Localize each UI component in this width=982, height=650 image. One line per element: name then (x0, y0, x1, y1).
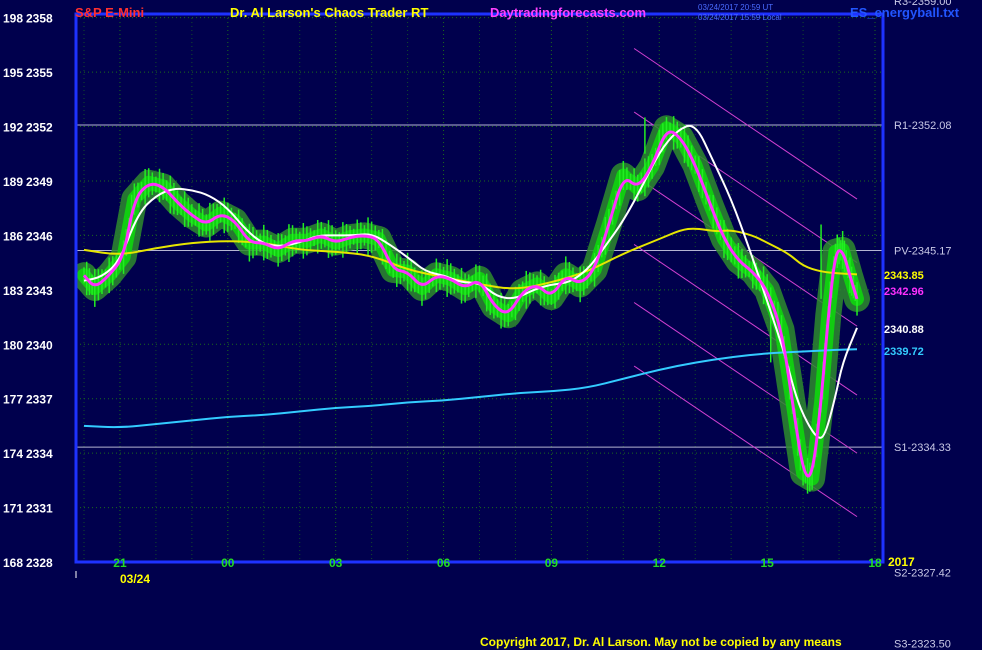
pivot-level-label: R1-2352.08 (894, 120, 952, 132)
chaos-trader-chart: R3-2359.00R1-2352.08PV-2345.17S1-2334.33… (3, 0, 960, 650)
year-label: 2017 (888, 555, 915, 569)
x-tick-label: 21 (113, 556, 127, 570)
last-values: 2343.85 2342.96 2340.88 2339.72 (884, 270, 924, 358)
y-tick-label-right: 2334 (26, 447, 53, 461)
date-label: 03/24 (120, 572, 150, 586)
y-tick-label-right: 2340 (26, 338, 53, 352)
y-tick-label-left: 174 (3, 447, 23, 461)
x-tick-label: 12 (653, 556, 667, 570)
x-tick-label: 03 (329, 556, 343, 570)
instrument-title: S&P E-Mini (75, 5, 144, 20)
pivot-level-label: PV-2345.17 (894, 245, 952, 257)
y-tick-label-right: 2346 (26, 229, 53, 243)
y-tick-label-right: 2343 (26, 284, 53, 298)
x-tick-label: 06 (437, 556, 451, 570)
y-tick-label-left: 198 (3, 12, 23, 26)
y-tick-label-right: 2355 (26, 66, 53, 80)
website-label: Daytradingforecasts.com (490, 5, 646, 20)
product-title: Dr. Al Larson's Chaos Trader RT (230, 5, 428, 20)
y-tick-label-right: 2337 (26, 393, 53, 407)
timestamp-local: 03/24/2017 15:59 Local (698, 13, 782, 22)
timestamp-ut: 03/24/2017 20:59 UT (698, 3, 773, 12)
y-tick-label-right: 2328 (26, 556, 53, 570)
y-tick-label-right: 2349 (26, 175, 53, 189)
copyright-footer: Copyright 2017, Dr. Al Larson. May not b… (480, 635, 842, 649)
y-tick-label-left: 189 (3, 175, 23, 189)
y-axis-ticks: 198 2358195 2355192 2352189 2349186 2346183 23… (3, 12, 53, 570)
pivot-level-label: S2-2327.42 (894, 568, 951, 580)
last-value-label: 2342.96 (884, 286, 924, 298)
y-tick-label-right: 2352 (26, 121, 53, 135)
y-tick-label-left: 168 (3, 556, 23, 570)
x-tick-label: 18 (868, 556, 882, 570)
x-tick-label: 09 (545, 556, 559, 570)
white-series-line (83, 124, 858, 439)
last-value-label: 2343.85 (884, 270, 924, 282)
pivot-level-label: S3-2323.50 (894, 639, 951, 650)
x-tick-label: 15 (760, 556, 774, 570)
price-band-body (77, 121, 864, 486)
y-tick-label-left: 186 (3, 229, 23, 243)
y-tick-label-left: 192 (3, 121, 23, 135)
price-band (76, 115, 870, 494)
price-band-halo (76, 115, 870, 492)
pivot-level-label: S1-2334.33 (894, 442, 951, 454)
cyan-series-line (83, 348, 858, 429)
y-tick-label-left: 195 (3, 66, 23, 80)
y-tick-label-left: 171 (3, 502, 23, 516)
y-tick-label-right: 2331 (26, 502, 53, 516)
y-tick-label-left: 180 (3, 338, 23, 352)
y-tick-label-left: 183 (3, 284, 23, 298)
last-value-label: 2340.88 (884, 324, 924, 336)
series-lines (82, 124, 859, 478)
magenta-series-line (82, 130, 859, 478)
y-tick-label-right: 2358 (26, 12, 53, 26)
x-tick-label: 00 (221, 556, 235, 570)
data-file-label: ES_energyball.txt (850, 5, 960, 20)
y-tick-label-left: 177 (3, 393, 23, 407)
last-value-label: 2339.72 (884, 346, 924, 358)
